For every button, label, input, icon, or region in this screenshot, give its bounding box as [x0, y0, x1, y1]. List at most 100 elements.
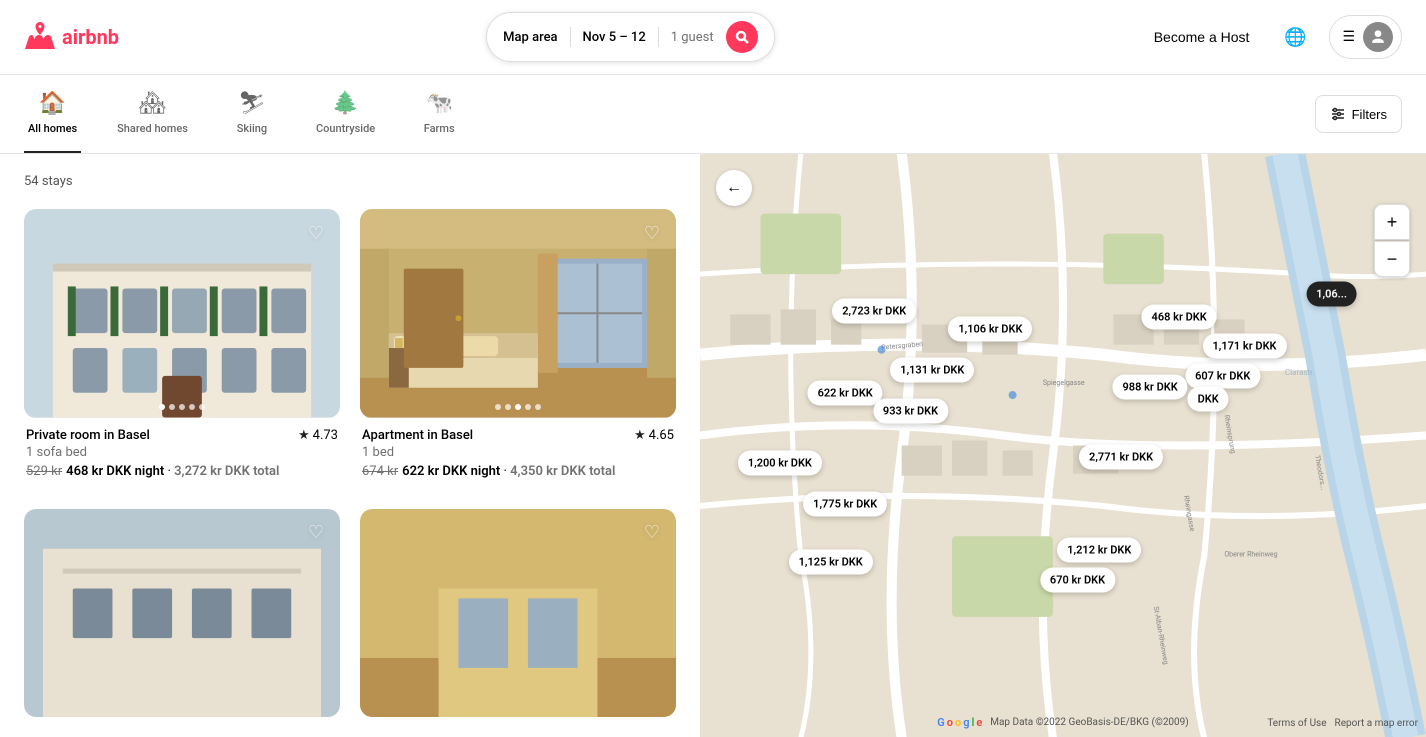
price-bubble-b6[interactable]: 988 kr DKK [1113, 375, 1188, 400]
listing-card-3[interactable]: ♡ [24, 509, 340, 718]
dot-4 [189, 404, 195, 410]
filters-button[interactable]: Filters [1315, 95, 1402, 133]
listing-price-2: 674 kr622 kr DKK night · 4,350 kr DKK to… [362, 464, 674, 479]
price-bubble-b17[interactable]: 1,125 kr DKK [789, 550, 873, 575]
listing-info-1: Private room in Basel ★ 4.73 1 sofa bed … [24, 418, 340, 489]
skiing-label: Skiing [237, 122, 267, 135]
category-countryside[interactable]: 🌲 Countryside [312, 75, 379, 153]
listing-card-1[interactable]: ♡ Private room in Basel ★ 4.73 [24, 209, 340, 489]
category-shared-homes[interactable]: 🏘 Shared homes [113, 75, 192, 153]
price-bubble-b12[interactable]: 1,200 kr DKK [738, 450, 822, 475]
listing-title-1: Private room in Basel [26, 428, 150, 443]
listing-price-1: 529 kr468 kr DKK night · 3,272 kr DKK to… [26, 464, 338, 479]
listing-info-2: Apartment in Basel ★ 4.65 1 bed 674 kr62… [360, 418, 676, 489]
rating-value-2: 4.65 [649, 428, 674, 443]
category-farms[interactable]: 🐄 Farms [411, 75, 467, 153]
price-bubble-b15[interactable]: 1,212 kr DKK [1057, 538, 1141, 563]
image-dots-1 [159, 404, 205, 410]
price-bubble-b14[interactable]: 1,06... [1306, 281, 1357, 306]
shared-homes-label: Shared homes [117, 122, 188, 135]
image-dots-2 [495, 404, 541, 410]
search-bar[interactable]: Map area Nov 5 – 12 1 guest [486, 12, 774, 62]
price-bubble-b2[interactable]: 1,106 kr DKK [948, 316, 1032, 341]
listing-card-4[interactable]: ♡ [360, 509, 676, 718]
price-bubble-b9[interactable]: 622 kr DKK [808, 381, 883, 406]
listing-image-wrap-4: ♡ [360, 509, 676, 718]
wishlist-button-2[interactable]: ♡ [638, 219, 666, 247]
price-bubble-b1[interactable]: 2,723 kr DKK [832, 299, 916, 324]
terms-link[interactable]: Terms of Use [1267, 718, 1326, 729]
price-bubble-b10[interactable]: 933 kr DKK [873, 398, 948, 423]
listing-rating-1: ★ 4.73 [298, 428, 338, 443]
listings-grid: ♡ Private room in Basel ★ 4.73 [24, 209, 676, 717]
svg-text:Spiegelgasse: Spiegelgasse [1043, 378, 1085, 387]
filters-label: Filters [1352, 107, 1387, 122]
price-bubble-b4[interactable]: 1,171 kr DKK [1202, 334, 1286, 359]
price-bubble-b7[interactable]: DKK [1188, 386, 1229, 411]
countryside-icon: 🌲 [332, 91, 359, 116]
farms-icon: 🐄 [426, 91, 453, 116]
dot-2-5 [535, 404, 541, 410]
listing-image-4 [360, 509, 676, 718]
dot-2 [169, 404, 175, 410]
price-bubble-b16[interactable]: 670 kr DKK [1040, 567, 1115, 592]
map-footer: Terms of Use Report a map error [1267, 718, 1418, 729]
dot-5 [199, 404, 205, 410]
globe-button[interactable]: 🌐 [1277, 19, 1313, 55]
back-arrow-icon: ← [726, 179, 742, 197]
skiing-icon: ⛷ [238, 91, 266, 116]
svg-text:Oberer Rheinweg: Oberer Rheinweg [1224, 549, 1277, 558]
search-divider-2 [658, 27, 659, 47]
header: airbnb Map area Nov 5 – 12 1 guest Becom… [0, 0, 1426, 75]
map-panel: Petersgraben Spiegelgasse Rheingasse Rhe… [700, 154, 1426, 737]
stays-count: 54 stays [24, 174, 676, 189]
price-bubble-b8[interactable]: 1,131 kr DKK [890, 357, 974, 382]
original-price-1: 529 kr [26, 464, 62, 479]
category-nav: 🏠 All homes 🏘 Shared homes ⛷ Skiing 🌲 Co… [0, 75, 1426, 154]
main-layout: 54 stays [0, 154, 1426, 737]
wishlist-button-3[interactable]: ♡ [302, 519, 330, 547]
map-background[interactable]: Petersgraben Spiegelgasse Rheingasse Rhe… [700, 154, 1426, 737]
price-1: 468 kr DKK [66, 464, 131, 479]
listing-image-wrap-1: ♡ [24, 209, 340, 418]
listing-title-2: Apartment in Basel [362, 428, 473, 443]
become-host-button[interactable]: Become a Host [1142, 21, 1262, 53]
wishlist-button-1[interactable]: ♡ [302, 219, 330, 247]
search-area[interactable]: Map area [503, 30, 557, 45]
search-guests[interactable]: 1 guest [671, 30, 714, 45]
price-bubble-b13[interactable]: 1,775 kr DKK [803, 491, 887, 516]
star-icon-2: ★ [634, 428, 646, 443]
listing-rating-2: ★ 4.65 [634, 428, 674, 443]
listing-subtitle-2: 1 bed [362, 445, 674, 460]
zoom-out-button[interactable]: − [1374, 241, 1410, 277]
map-back-button[interactable]: ← [716, 170, 752, 206]
listing-card-2[interactable]: ♡ Apartment in Basel ★ 4.65 [360, 209, 676, 489]
price-bubble-b5[interactable]: 607 kr DKK [1185, 363, 1260, 388]
listing-image-2 [360, 209, 676, 418]
dot-3 [179, 404, 185, 410]
wishlist-button-4[interactable]: ♡ [638, 519, 666, 547]
price-2: 622 kr DKK [402, 464, 467, 479]
listing-subtitle-1: 1 sofa bed [26, 445, 338, 460]
search-button[interactable] [726, 21, 758, 53]
category-skiing[interactable]: ⛷ Skiing [224, 75, 280, 153]
listing-title-row-1: Private room in Basel ★ 4.73 [26, 428, 338, 443]
logo[interactable]: airbnb [24, 21, 119, 53]
zoom-in-button[interactable]: + [1374, 204, 1410, 240]
dot-2-3 [515, 404, 521, 410]
search-dates[interactable]: Nov 5 – 12 [583, 30, 646, 45]
svg-text:Clarastr.: Clarastr. [1285, 368, 1315, 377]
total-price-2: 4,350 kr DKK total [510, 464, 615, 479]
user-menu[interactable]: ☰ [1329, 15, 1402, 59]
star-icon-1: ★ [298, 428, 310, 443]
price-bubble-b11[interactable]: 2,771 kr DKK [1079, 445, 1163, 470]
listing-image-3 [24, 509, 340, 718]
avatar [1363, 22, 1393, 52]
listing-title-row-2: Apartment in Basel ★ 4.65 [362, 428, 674, 443]
category-all-homes[interactable]: 🏠 All homes [24, 75, 81, 153]
report-link[interactable]: Report a map error [1335, 718, 1418, 729]
all-homes-label: All homes [28, 122, 77, 135]
logo-text: airbnb [62, 25, 119, 49]
price-bubble-b3[interactable]: 468 kr DKK [1142, 305, 1217, 330]
total-price-1: 3,272 kr DKK total [174, 464, 279, 479]
